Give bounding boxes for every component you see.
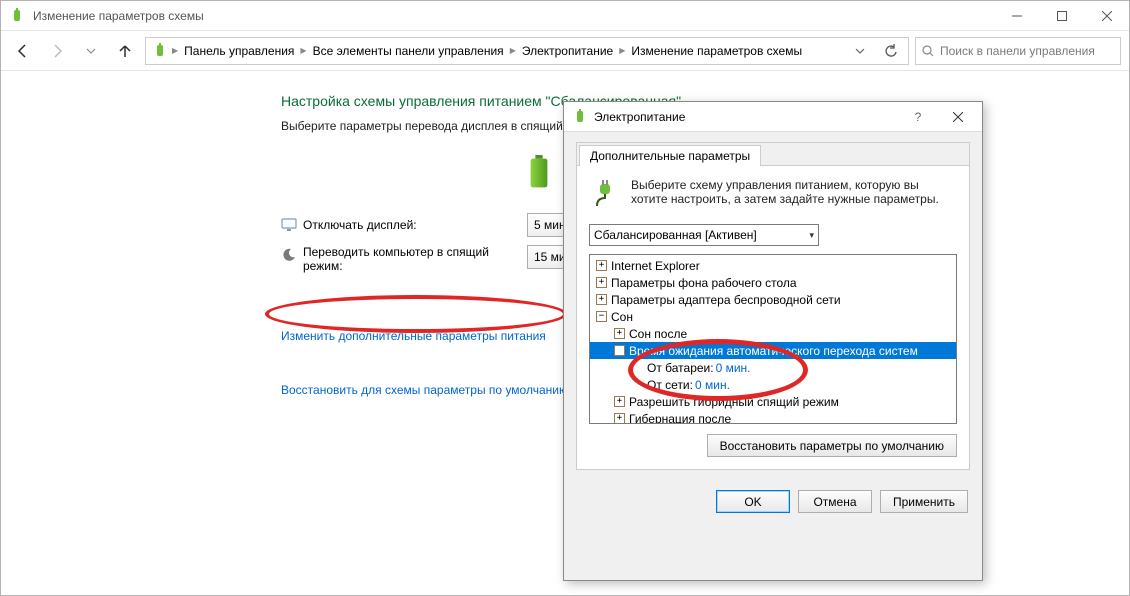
tree-item-label: Сон после — [629, 327, 687, 341]
tree-item-label: Сон — [611, 310, 633, 324]
dialog-title: Электропитание — [594, 110, 898, 124]
tree-item[interactable]: + Параметры фона рабочего стола — [590, 274, 956, 291]
display-off-label: Отключать дисплей: — [303, 218, 417, 232]
tree-item-label: От сети: — [647, 378, 693, 392]
cancel-button[interactable]: Отмена — [798, 490, 872, 513]
tree-item[interactable]: + Сон после — [590, 325, 956, 342]
tree-item-label: Internet Explorer — [611, 259, 700, 273]
expand-icon[interactable]: + — [596, 294, 607, 305]
advanced-settings-link[interactable]: Изменить дополнительные параметры питани… — [281, 329, 546, 343]
battery-icon — [527, 155, 551, 183]
maximize-button[interactable] — [1039, 1, 1084, 31]
window-buttons — [994, 1, 1129, 31]
tab-advanced-settings[interactable]: Дополнительные параметры — [579, 145, 761, 166]
collapse-icon[interactable]: − — [614, 345, 625, 356]
tab-strip: Дополнительные параметры — [577, 143, 969, 166]
tree-item[interactable]: + Гибернация после — [590, 410, 956, 424]
display-off-value: 5 мин — [534, 218, 566, 232]
tree-item[interactable]: + Параметры адаптера беспроводной сети — [590, 291, 956, 308]
monitor-icon — [281, 217, 297, 233]
tree-item[interactable]: −Время ожидания автоматического перехода… — [590, 342, 956, 359]
plan-selector-dropdown[interactable]: Сбалансированная [Активен] ▾ — [589, 224, 819, 246]
moon-icon — [281, 247, 297, 263]
chevron-right-icon: ▶ — [300, 46, 306, 55]
power-plan-icon — [572, 109, 588, 125]
dialog-button-row: OK Отмена Применить — [564, 480, 982, 523]
tree-item-label: Параметры фона рабочего стола — [611, 276, 797, 290]
apply-button[interactable]: Применить — [880, 490, 968, 513]
tree-item-label: Гибернация после — [629, 412, 731, 425]
tree-item[interactable]: + Разрешить гибридный спящий режим — [590, 393, 956, 410]
recent-dropdown-button[interactable] — [77, 37, 105, 65]
sleep-label: Переводить компьютер в спящий режим: — [303, 245, 513, 273]
dialog-titlebar: Электропитание ? — [564, 102, 982, 132]
restore-defaults-link[interactable]: Восстановить для схемы параметры по умол… — [281, 383, 568, 397]
control-panel-window: Изменение параметров схемы — [0, 0, 1130, 596]
breadcrumb[interactable]: Электропитание — [518, 38, 617, 64]
settings-tree[interactable]: + Internet Explorer + Параметры фона рабоче… — [589, 254, 957, 424]
power-cord-icon — [589, 178, 621, 210]
tree-item[interactable]: От батареи: 0 мин. — [590, 359, 956, 376]
chevron-down-icon: ▾ — [809, 230, 814, 241]
tree-item-label: Параметры адаптера беспроводной сети — [611, 293, 841, 307]
ok-button[interactable]: OK — [716, 490, 790, 513]
dialog-intro-text: Выберите схему управления питанием, кото… — [631, 178, 957, 210]
tab-control: Дополнительные параметры Выберите схему … — [576, 142, 970, 470]
tree-item-value: 0 мин. — [716, 361, 751, 375]
dialog-help-button[interactable]: ? — [898, 103, 938, 131]
restore-plan-defaults-button[interactable]: Восстановить параметры по умолчанию — [707, 434, 957, 457]
tree-item-value: 0 мин. — [695, 378, 730, 392]
tree-item[interactable]: −Сон — [590, 308, 956, 325]
annotation-highlight — [265, 295, 567, 333]
chevron-right-icon: ▶ — [619, 46, 625, 55]
expand-icon[interactable]: + — [596, 260, 607, 271]
dialog-intro: Выберите схему управления питанием, кото… — [589, 178, 957, 210]
dialog-close-button[interactable] — [938, 103, 978, 131]
tree-item[interactable]: + Internet Explorer — [590, 257, 956, 274]
window-title: Изменение параметров схемы — [33, 9, 994, 23]
power-options-dialog: Электропитание ? Дополнительные параметр… — [563, 101, 983, 581]
expand-icon[interactable]: + — [614, 396, 625, 407]
address-dropdown-button[interactable] — [846, 38, 874, 64]
back-button[interactable] — [9, 37, 37, 65]
collapse-icon[interactable]: − — [596, 311, 607, 322]
breadcrumb[interactable]: Все элементы панели управления — [309, 38, 508, 64]
tree-item-label: Разрешить гибридный спящий режим — [629, 395, 839, 409]
search-input[interactable]: Поиск в панели управления — [915, 37, 1121, 65]
address-bar[interactable]: ▶ Панель управления ▶ Все элементы панел… — [145, 37, 909, 65]
tree-item[interactable]: От сети: 0 мин. — [590, 376, 956, 393]
close-button[interactable] — [1084, 1, 1129, 31]
breadcrumb[interactable]: Панель управления — [180, 38, 298, 64]
expand-icon[interactable]: + — [614, 328, 625, 339]
chevron-right-icon: ▶ — [510, 46, 516, 55]
search-placeholder: Поиск в панели управления — [940, 44, 1095, 58]
chevron-right-icon: ▶ — [172, 46, 178, 55]
expand-icon[interactable]: + — [596, 277, 607, 288]
breadcrumb[interactable]: Изменение параметров схемы — [627, 38, 806, 64]
minimize-button[interactable] — [994, 1, 1039, 31]
refresh-button[interactable] — [876, 38, 904, 64]
power-plan-icon — [152, 43, 168, 59]
forward-button[interactable] — [43, 37, 71, 65]
tree-item-label: Время ожидания автоматического перехода … — [629, 344, 918, 358]
window-titlebar: Изменение параметров схемы — [1, 1, 1129, 31]
address-bar-row: ▶ Панель управления ▶ Все элементы панел… — [1, 31, 1129, 71]
tree-item-label: От батареи: — [647, 361, 714, 375]
plan-selector-value: Сбалансированная [Активен] — [594, 228, 757, 242]
expand-icon[interactable]: + — [614, 413, 625, 424]
search-icon — [922, 45, 934, 57]
up-button[interactable] — [111, 37, 139, 65]
power-plan-icon — [9, 8, 25, 24]
